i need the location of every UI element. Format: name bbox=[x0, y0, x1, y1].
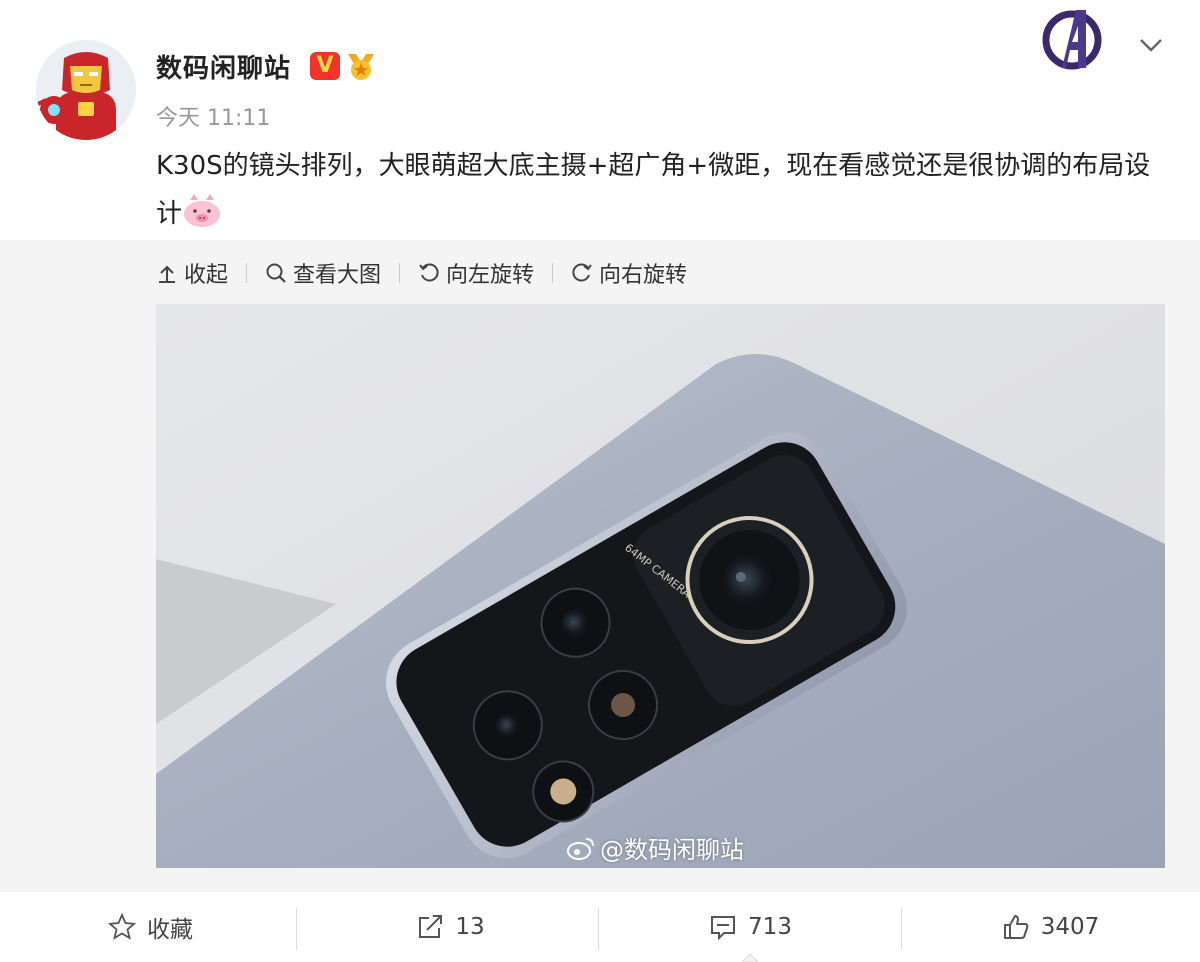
media-toolbar: 收起 查看大图 向左旋转 向右旋转 bbox=[156, 256, 687, 290]
favorite-label: 收藏 bbox=[147, 917, 193, 943]
action-bar: 收藏 13 713 3407 bbox=[0, 892, 1200, 962]
thumbs-up-icon bbox=[1003, 915, 1029, 939]
collapse-button[interactable]: 收起 bbox=[156, 257, 228, 289]
rotate-left-button[interactable]: 向左旋转 bbox=[418, 257, 534, 289]
post-timestamp: 今天 11:11 bbox=[156, 106, 271, 131]
rotate-right-icon bbox=[572, 263, 592, 282]
action-divider bbox=[296, 908, 297, 950]
pig-emoji-icon bbox=[182, 194, 222, 228]
photo-watermark: @数码闲聊站 bbox=[566, 830, 744, 865]
ironman-avatar-icon bbox=[36, 40, 136, 140]
action-divider bbox=[598, 908, 599, 950]
search-icon bbox=[266, 263, 286, 283]
avengers-icon[interactable] bbox=[1040, 4, 1104, 72]
repost-count: 13 bbox=[455, 914, 485, 940]
view-large-button[interactable]: 查看大图 bbox=[265, 257, 381, 289]
rotate-left-icon bbox=[419, 263, 439, 282]
rotate-right-label: 向右旋转 bbox=[599, 263, 688, 288]
like-button[interactable]: 3407 bbox=[900, 892, 1200, 962]
phone-camera-illustration: 64MP CAMERA bbox=[156, 304, 1165, 868]
comment-icon bbox=[711, 916, 736, 941]
toolbar-divider bbox=[246, 263, 248, 283]
toolbar-divider bbox=[399, 263, 401, 283]
star-icon bbox=[107, 912, 137, 940]
post-header: 数码闲聊站 V 今天 11:11 K30S的镜头排列，大眼萌超大底主摄+超广角+… bbox=[0, 0, 1200, 240]
toolbar-divider bbox=[552, 263, 554, 283]
collapse-arrow-icon bbox=[159, 265, 175, 283]
medal-icon bbox=[344, 50, 378, 82]
post-text: K30S的镜头排列，大眼萌超大底主摄+超广角+微距，现在看感觉还是很协调的布局设… bbox=[156, 142, 1176, 238]
repost-button[interactable]: 13 bbox=[300, 892, 600, 962]
chevron-down-icon[interactable] bbox=[1136, 30, 1166, 60]
favorite-button[interactable]: 收藏 bbox=[0, 892, 300, 962]
comment-count: 713 bbox=[748, 914, 792, 940]
post-photo[interactable]: 64MP CAMERA bbox=[156, 304, 1165, 868]
view-large-label: 查看大图 bbox=[293, 263, 382, 288]
share-icon bbox=[419, 915, 443, 938]
collapse-label: 收起 bbox=[184, 263, 229, 288]
comment-caret-icon bbox=[742, 953, 758, 962]
avatar[interactable] bbox=[36, 40, 136, 140]
verified-v-icon: V bbox=[310, 52, 340, 80]
watermark-text: @数码闲聊站 bbox=[600, 836, 744, 864]
rotate-right-button[interactable]: 向右旋转 bbox=[571, 257, 687, 289]
rotate-left-label: 向左旋转 bbox=[446, 263, 535, 288]
post-text-content: K30S的镜头排列，大眼萌超大底主摄+超广角+微距，现在看感觉还是很协调的布局设… bbox=[156, 151, 1151, 229]
weibo-logo-icon bbox=[567, 837, 594, 860]
like-count: 3407 bbox=[1040, 914, 1100, 940]
username[interactable]: 数码闲聊站 bbox=[156, 48, 291, 85]
